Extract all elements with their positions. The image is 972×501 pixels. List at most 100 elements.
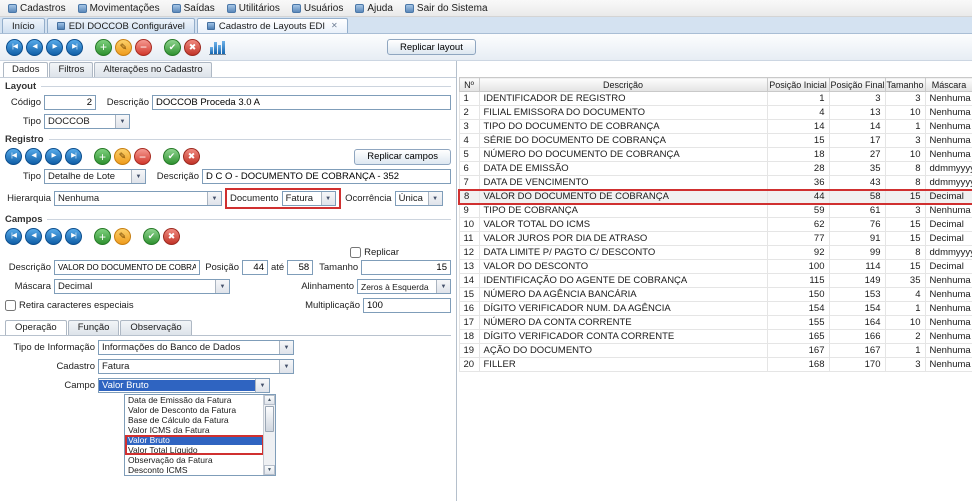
table-row[interactable]: 14IDENTIFICAÇÃO DO AGENTE DE COBRANÇA115… <box>459 274 972 288</box>
registro-first-button[interactable]: |◀ <box>5 148 22 165</box>
replicar-checkbox[interactable] <box>350 247 361 258</box>
tamanho-input[interactable] <box>361 260 451 275</box>
campos-next-button[interactable]: ▶ <box>45 228 62 245</box>
campo-dropdown-option[interactable]: Valor Total Líquido <box>125 445 263 455</box>
menu-item-utilitarios[interactable]: Utilitários <box>221 2 286 15</box>
column-header-descricao[interactable]: Descrição <box>479 78 767 92</box>
campos-prev-button[interactable]: ◀ <box>25 228 42 245</box>
close-tab-icon[interactable]: ✕ <box>331 22 338 30</box>
column-header-tamanho[interactable]: Tamanho <box>885 78 925 92</box>
campo-dropdown-option[interactable]: Valor de Desconto da Fatura <box>125 405 263 415</box>
campo-select[interactable]: Valor Bruto ▼ <box>98 378 270 393</box>
retira-caracteres-checkbox[interactable] <box>5 300 16 311</box>
campos-confirm-button[interactable]: ✔ <box>143 228 160 245</box>
table-row[interactable]: 6DATA DE EMISSÃO28358ddmmyyyy (dd = <box>459 162 972 176</box>
tab-observacao[interactable]: Observação <box>120 320 191 335</box>
registro-tipo-select[interactable]: Detalhe de Lote ▼ <box>44 169 146 184</box>
table-row[interactable]: 1IDENTIFICADOR DE REGISTRO133Nenhuma <box>459 92 972 106</box>
alinhamento-select[interactable]: Zeros à Esquerda ▼ <box>357 279 451 294</box>
table-row[interactable]: 11VALOR JUROS POR DIA DE ATRASO779115Dec… <box>459 232 972 246</box>
nav-next-button[interactable]: ▶ <box>46 39 63 56</box>
table-row[interactable]: 4SÉRIE DO DOCUMENTO DE COBRANÇA15173Nenh… <box>459 134 972 148</box>
nav-prev-button[interactable]: ◀ <box>26 39 43 56</box>
table-row[interactable]: 9TIPO DE COBRANÇA59613Nenhuma <box>459 204 972 218</box>
tab-funcao[interactable]: Função <box>68 320 120 335</box>
table-row[interactable]: 16DÍGITO VERIFICADOR NUM. DA AGÊNCIA1541… <box>459 302 972 316</box>
dropdown-scrollbar[interactable]: ▲ ▼ <box>263 395 275 475</box>
table-row[interactable]: 17NÚMERO DA CONTA CORRENTE15516410Nenhum… <box>459 316 972 330</box>
delete-button[interactable]: − <box>135 39 152 56</box>
multiplicacao-input[interactable] <box>363 298 451 313</box>
menu-item-usuarios[interactable]: Usuários <box>286 2 349 15</box>
replicar-layout-button[interactable]: Replicar layout <box>387 39 476 55</box>
table-row[interactable]: 3TIPO DO DOCUMENTO DE COBRANÇA14141Nenhu… <box>459 120 972 134</box>
codigo-input[interactable] <box>44 95 96 110</box>
campo-dropdown-option[interactable]: Valor ICMS da Fatura <box>125 425 263 435</box>
column-header-posicao-inicial[interactable]: Posição Inicial <box>767 78 829 92</box>
campos-descricao-input[interactable] <box>54 260 200 275</box>
tab-filtros[interactable]: Filtros <box>49 62 93 77</box>
posicao-inicial-input[interactable] <box>242 260 268 275</box>
layout-descricao-input[interactable] <box>152 95 451 110</box>
scrollbar-thumb[interactable] <box>265 406 274 432</box>
edit-button[interactable]: ✎ <box>115 39 132 56</box>
confirm-button[interactable]: ✔ <box>164 39 181 56</box>
campos-add-button[interactable]: + <box>94 228 111 245</box>
registro-next-button[interactable]: ▶ <box>45 148 62 165</box>
registro-prev-button[interactable]: ◀ <box>25 148 42 165</box>
table-row[interactable]: 20FILLER1681703Nenhuma <box>459 358 972 372</box>
nav-last-button[interactable]: ▶| <box>66 39 83 56</box>
registro-add-button[interactable]: + <box>94 148 111 165</box>
tipo-informacao-select[interactable]: Informações do Banco de Dados ▼ <box>98 340 294 355</box>
column-header-numero[interactable]: Nº <box>459 78 479 92</box>
table-row[interactable]: 12DATA LIMITE P/ PAGTO C/ DESCONTO92998d… <box>459 246 972 260</box>
registro-edit-button[interactable]: ✎ <box>114 148 131 165</box>
table-row[interactable]: 8VALOR DO DOCUMENTO DE COBRANÇA445815Dec… <box>459 190 972 204</box>
menu-item-sair-do-sistema[interactable]: Sair do Sistema <box>399 2 494 15</box>
table-row[interactable]: 18DÍGITO VERIFICADOR CONTA CORRENTE16516… <box>459 330 972 344</box>
column-header-mascara[interactable]: Máscara <box>925 78 972 92</box>
chart-button[interactable] <box>209 40 226 55</box>
table-row[interactable]: 19AÇÃO DO DOCUMENTO1671671Nenhuma <box>459 344 972 358</box>
table-row[interactable]: 2FILIAL EMISSORA DO DOCUMENTO41310Nenhum… <box>459 106 972 120</box>
nav-first-button[interactable]: |◀ <box>6 39 23 56</box>
scroll-down-icon[interactable]: ▼ <box>264 465 275 475</box>
tab-cadastro-de-layouts-edi[interactable]: Cadastro de Layouts EDI✕ <box>197 18 348 33</box>
add-button[interactable]: + <box>95 39 112 56</box>
column-header-posicao-final[interactable]: Posição Final <box>829 78 885 92</box>
scroll-up-icon[interactable]: ▲ <box>264 395 275 405</box>
registro-confirm-button[interactable]: ✔ <box>163 148 180 165</box>
registro-descricao-input[interactable] <box>202 169 451 184</box>
table-row[interactable]: 5NÚMERO DO DOCUMENTO DE COBRANÇA182710Ne… <box>459 148 972 162</box>
menu-item-movimentacoes[interactable]: Movimentações <box>72 2 166 15</box>
campo-dropdown-option[interactable]: Base de Cálculo da Fatura <box>125 415 263 425</box>
registro-delete-button[interactable]: − <box>134 148 151 165</box>
campo-dropdown-option[interactable]: Observação da Fatura <box>125 455 263 465</box>
campos-cancel-button[interactable]: ✖ <box>163 228 180 245</box>
registro-cancel-button[interactable]: ✖ <box>183 148 200 165</box>
menu-item-cadastros[interactable]: Cadastros <box>2 2 72 15</box>
table-row[interactable]: 13VALOR DO DESCONTO10011415Decimal <box>459 260 972 274</box>
tab-inicio[interactable]: Início <box>2 18 45 33</box>
hierarquia-select[interactable]: Nenhuma ▼ <box>54 191 222 206</box>
cadastro-select[interactable]: Fatura ▼ <box>98 359 294 374</box>
campos-edit-button[interactable]: ✎ <box>114 228 131 245</box>
documento-select[interactable]: Fatura ▼ <box>282 191 336 206</box>
campos-first-button[interactable]: |◀ <box>5 228 22 245</box>
menu-item-saidas[interactable]: Saídas <box>166 2 221 15</box>
mascara-select[interactable]: Decimal ▼ <box>54 279 230 294</box>
tab-operacao[interactable]: Operação <box>5 320 67 335</box>
menu-item-ajuda[interactable]: Ajuda <box>349 2 399 15</box>
table-row[interactable]: 15NÚMERO DA AGÊNCIA BANCÁRIA1501534Nenhu… <box>459 288 972 302</box>
cancel-button[interactable]: ✖ <box>184 39 201 56</box>
tab-alteracoes-no-cadastro[interactable]: Alterações no Cadastro <box>94 62 211 77</box>
registro-last-button[interactable]: ▶| <box>65 148 82 165</box>
ocorrencia-select[interactable]: Única ▼ <box>395 191 443 206</box>
campo-dropdown-option[interactable]: Data de Emissão da Fatura <box>125 395 263 405</box>
campo-dropdown-option[interactable]: Desconto ICMS <box>125 465 263 475</box>
table-row[interactable]: 10VALOR TOTAL DO ICMS627615Decimal <box>459 218 972 232</box>
layout-tipo-select[interactable]: DOCCOB ▼ <box>44 114 130 129</box>
posicao-final-input[interactable] <box>287 260 313 275</box>
tab-dados[interactable]: Dados <box>3 62 48 77</box>
table-row[interactable]: 7DATA DE VENCIMENTO36438ddmmyyyy (dd = <box>459 176 972 190</box>
